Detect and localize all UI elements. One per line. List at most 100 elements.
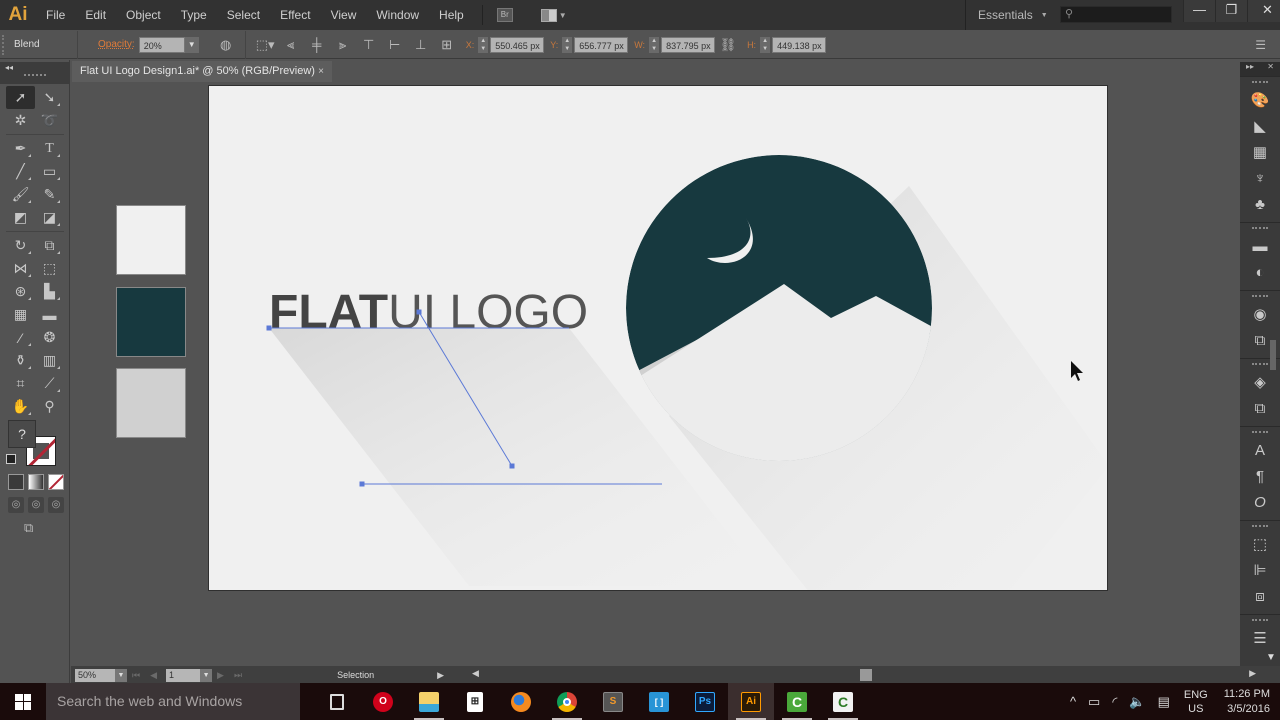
menu-file[interactable]: File — [36, 0, 75, 30]
swatch-dark-teal[interactable] — [116, 287, 186, 357]
control-bar-menu-icon[interactable]: ☰ — [1255, 38, 1266, 52]
width-field[interactable]: 837.795 px — [661, 36, 716, 53]
pen-tool[interactable]: ✒ — [6, 137, 35, 160]
language-indicator[interactable]: ENG US — [1184, 688, 1208, 716]
align-horizontal-center-icon[interactable]: ╪ — [308, 37, 326, 52]
menu-edit[interactable]: Edit — [75, 0, 116, 30]
eraser-tool[interactable]: ◪ — [35, 206, 64, 229]
start-button[interactable] — [0, 683, 46, 720]
taskbar-sublime[interactable]: S — [590, 683, 636, 720]
close-document-icon[interactable]: × — [318, 61, 324, 82]
height-stepper[interactable]: ▲ ▼ — [760, 36, 771, 53]
taskbar-camtasia-studio[interactable]: C — [820, 683, 866, 720]
menu-type[interactable]: Type — [171, 0, 217, 30]
zoom-dropdown[interactable]: ▼ — [115, 668, 127, 682]
rotate-tool[interactable]: ↻ — [6, 234, 35, 257]
pencil-tool[interactable]: ✎ — [35, 183, 64, 206]
none-button[interactable] — [48, 474, 64, 490]
taskbar-camtasia-recorder[interactable]: C — [774, 683, 820, 720]
task-view-button[interactable] — [314, 683, 360, 720]
taskbar-store[interactable]: ⊞ — [452, 683, 498, 720]
anchor-point[interactable] — [416, 309, 422, 315]
logo-title[interactable]: FLATUI LOGO — [269, 286, 588, 339]
clock[interactable]: 11:26 PM 3/5/2016 — [1224, 687, 1270, 717]
type-tool[interactable]: T — [35, 137, 64, 160]
shape-builder-tool[interactable]: ⊛ — [6, 280, 35, 303]
mesh-tool[interactable]: ▦ — [6, 303, 35, 326]
swatch-light[interactable] — [116, 205, 186, 275]
taskbar-firefox[interactable] — [498, 683, 544, 720]
artboard-tool[interactable]: ⌗ — [6, 372, 35, 395]
perspective-grid-tool[interactable]: ▙ — [35, 280, 64, 303]
rectangle-tool[interactable]: ▭ — [35, 160, 64, 183]
layers-icon[interactable]: ◈ — [1240, 370, 1280, 396]
scroll-thumb[interactable] — [860, 669, 872, 681]
status-menu-icon[interactable]: ▶ — [437, 670, 444, 681]
y-field[interactable]: 656.777 px — [574, 36, 629, 53]
character-icon[interactable]: A — [1240, 438, 1280, 464]
align-to-selection-icon[interactable]: ⬚▾ — [256, 37, 275, 53]
next-artboard-icon[interactable]: ▶ — [217, 670, 224, 681]
color-button[interactable] — [8, 474, 24, 490]
taskbar-photoshop[interactable]: Ps — [682, 683, 728, 720]
transform-icon[interactable]: ⬚ — [1240, 532, 1280, 558]
lasso-tool[interactable]: ➰ — [35, 109, 64, 132]
menu-view[interactable]: View — [321, 0, 367, 30]
taskbar-brackets[interactable]: [ ] — [636, 683, 682, 720]
artboard[interactable]: FLATUI LOGO — [208, 85, 1108, 591]
paintbrush-tool[interactable]: 🖌 — [6, 183, 35, 206]
horizontal-scrollbar[interactable]: ◀ ▶ — [470, 667, 1256, 683]
gradient-button[interactable] — [28, 474, 44, 490]
brushes-icon[interactable]: ♆ — [1240, 166, 1280, 192]
width-tool[interactable]: ⋈ — [6, 257, 35, 280]
volume-icon[interactable]: 🔈 — [1129, 694, 1145, 710]
menu-object[interactable]: Object — [116, 0, 171, 30]
expand-panels-icon[interactable]: ▸▸ — [1246, 62, 1254, 76]
pathfinder-icon[interactable]: ⧈ — [1240, 584, 1280, 610]
fill-swatch[interactable]: ? — [8, 420, 36, 448]
color-guide-icon[interactable]: ◣ — [1240, 114, 1280, 140]
align-panel-icon[interactable]: ⊫ — [1240, 558, 1280, 584]
menu-select[interactable]: Select — [217, 0, 270, 30]
y-stepper[interactable]: ▲ ▼ — [562, 36, 573, 53]
column-graph-tool[interactable]: ▥ — [35, 349, 64, 372]
appearance-icon[interactable]: ◉ — [1240, 302, 1280, 328]
scale-tool[interactable]: ⧉ — [35, 234, 64, 257]
anchor-point[interactable] — [509, 463, 515, 469]
draw-normal-icon[interactable]: ◎ — [8, 497, 24, 513]
taskbar-illustrator[interactable]: Ai — [728, 683, 774, 720]
workspace-switcher[interactable]: Essentials ▼ — [965, 0, 1048, 30]
symbol-sprayer-tool[interactable]: ⚱ — [6, 349, 35, 372]
restore-button[interactable]: ❐ — [1215, 0, 1247, 22]
search-help-input[interactable]: ⚲ — [1060, 6, 1172, 23]
x-field[interactable]: 550.465 px — [490, 36, 545, 53]
draw-inside-icon[interactable]: ◎ — [48, 497, 64, 513]
collapse-icon[interactable]: ◂◂ — [5, 63, 13, 72]
blend-tool[interactable]: ❂ — [35, 326, 64, 349]
tools-panel-header[interactable]: ◂◂ — [0, 62, 70, 84]
align-vertical-center-icon[interactable]: ⊢ — [386, 37, 404, 53]
taskbar-search[interactable]: Search the web and Windows — [46, 683, 300, 720]
transparency-icon[interactable]: ◐ — [1240, 260, 1280, 286]
taskbar-file-explorer[interactable] — [406, 683, 452, 720]
battery-icon[interactable]: ▭ — [1088, 694, 1100, 710]
direct-selection-tool[interactable]: ➘ — [35, 86, 64, 109]
screen-mode-icon[interactable]: ⧉ — [24, 520, 44, 536]
selection-tool[interactable]: ➚ — [6, 86, 35, 109]
arrange-documents-button[interactable]: ▼ — [540, 8, 567, 22]
menu-help[interactable]: Help — [429, 0, 474, 30]
panel-grip[interactable] — [24, 74, 46, 76]
dock-scrollbar[interactable] — [1270, 340, 1276, 370]
previous-artboard-icon[interactable]: ◀ — [150, 670, 157, 681]
slice-tool[interactable]: ⟋ — [35, 372, 64, 395]
bridge-button[interactable]: Br — [496, 8, 513, 22]
default-fill-stroke-icon[interactable] — [6, 454, 16, 464]
x-stepper[interactable]: ▲ ▼ — [478, 36, 489, 53]
width-stepper[interactable]: ▲ ▼ — [649, 36, 660, 53]
action-center-icon[interactable]: ▤ — [1158, 694, 1170, 710]
taskbar-chrome[interactable] — [544, 683, 590, 720]
taskbar-opera[interactable]: O — [360, 683, 406, 720]
swatch-gray[interactable] — [116, 368, 186, 438]
scroll-down-icon[interactable]: ▼ — [1266, 652, 1276, 663]
align-right-icon[interactable]: ⫸ — [334, 37, 352, 53]
